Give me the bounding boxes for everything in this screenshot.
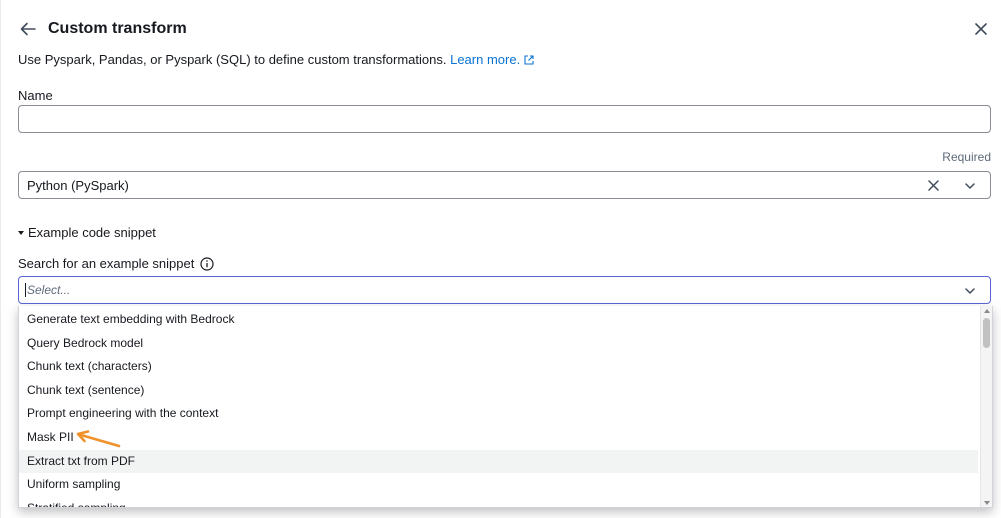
scroll-down-icon[interactable] bbox=[984, 501, 990, 505]
clear-x-icon bbox=[927, 179, 939, 191]
chevron-down-icon bbox=[965, 288, 975, 294]
language-selected-value: Python (PySpark) bbox=[27, 177, 129, 193]
external-link-icon bbox=[524, 55, 534, 65]
panel-header: Custom transform bbox=[18, 16, 991, 42]
name-input[interactable] bbox=[18, 105, 991, 133]
close-button[interactable] bbox=[971, 19, 991, 39]
caret-down-icon bbox=[18, 230, 24, 235]
snippet-option[interactable]: Prompt engineering with the context bbox=[19, 402, 978, 426]
snippet-option[interactable]: Query Bedrock model bbox=[19, 332, 978, 356]
scroll-up-icon[interactable] bbox=[984, 309, 990, 313]
back-button[interactable] bbox=[18, 19, 38, 39]
snippet-option[interactable]: Stratified sampling bbox=[19, 497, 978, 507]
learn-more-label: Learn more. bbox=[450, 52, 521, 67]
language-dropdown-toggle[interactable] bbox=[964, 180, 976, 192]
name-label: Name bbox=[18, 88, 53, 103]
language-select[interactable]: Python (PySpark) bbox=[18, 171, 991, 199]
snippet-dropdown-toggle[interactable] bbox=[964, 285, 976, 297]
snippet-option[interactable]: Chunk text (characters) bbox=[19, 355, 978, 379]
panel-divider bbox=[0, 0, 1, 518]
snippet-options: Generate text embedding with Bedrock Que… bbox=[19, 308, 978, 507]
snippet-search-label: Search for an example snippet bbox=[18, 256, 214, 271]
info-icon[interactable] bbox=[200, 256, 214, 271]
chevron-down-icon bbox=[965, 183, 975, 189]
learn-more-link[interactable]: Learn more. bbox=[450, 52, 534, 67]
snippet-option[interactable]: Mask PII bbox=[19, 426, 978, 450]
description: Use Pyspark, Pandas, or Pyspark (SQL) to… bbox=[18, 52, 534, 67]
snippet-dropdown-list: Generate text embedding with Bedrock Que… bbox=[18, 306, 993, 508]
expander-label: Example code snippet bbox=[28, 225, 156, 240]
snippet-search-placeholder: Select... bbox=[27, 283, 71, 297]
snippet-option[interactable]: Generate text embedding with Bedrock bbox=[19, 308, 978, 332]
scrollbar-thumb[interactable] bbox=[983, 318, 990, 348]
text-cursor bbox=[25, 283, 26, 297]
required-label: Required bbox=[942, 150, 991, 164]
close-icon bbox=[975, 23, 987, 35]
description-text: Use Pyspark, Pandas, or Pyspark (SQL) to… bbox=[18, 52, 447, 67]
page-title: Custom transform bbox=[48, 20, 187, 37]
example-snippet-expander[interactable]: Example code snippet bbox=[18, 225, 156, 240]
snippet-option[interactable]: Uniform sampling bbox=[19, 473, 978, 497]
dropdown-scrollbar[interactable] bbox=[980, 306, 992, 507]
snippet-search-select[interactable]: Select... bbox=[18, 276, 991, 304]
clear-selection-button[interactable] bbox=[926, 178, 940, 192]
snippet-search-label-text: Search for an example snippet bbox=[18, 256, 195, 271]
snippet-option[interactable]: Extract txt from PDF bbox=[19, 449, 978, 474]
snippet-option[interactable]: Chunk text (sentence) bbox=[19, 379, 978, 403]
arrow-left-icon bbox=[20, 22, 36, 36]
